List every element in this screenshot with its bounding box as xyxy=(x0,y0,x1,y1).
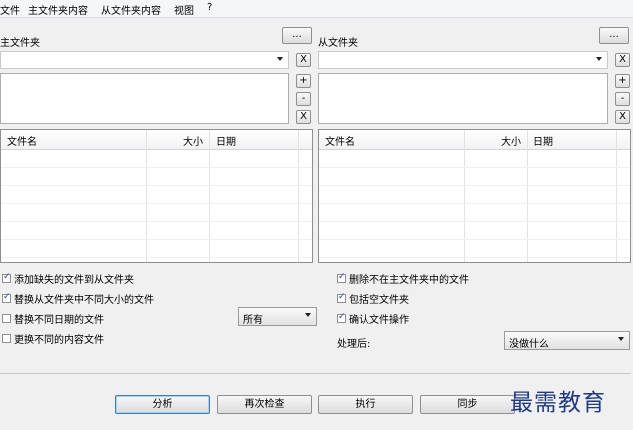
slave-path-clear-button[interactable]: X xyxy=(615,53,630,67)
date-filter-value: 所有 xyxy=(243,315,263,326)
option-delete-extra[interactable]: 删除不在主文件夹中的文件 xyxy=(337,271,469,286)
table-header: 文件名 大小 日期 xyxy=(1,130,312,150)
slave-remove-all-button[interactable]: X xyxy=(615,110,630,124)
menu-file[interactable]: 文件 xyxy=(0,2,20,17)
checkbox[interactable] xyxy=(337,312,346,323)
option-label: 替换不同日期的文件 xyxy=(14,315,104,326)
dropdown-arrow-icon xyxy=(305,313,311,317)
option-add-missing[interactable]: 添加缺失的文件到从文件夹 xyxy=(2,271,134,286)
table-header: 文件名 大小 日期 xyxy=(319,130,630,150)
master-folder-label: 主文件夹 xyxy=(0,38,40,49)
slave-remove-button[interactable]: - xyxy=(615,92,630,106)
checkbox[interactable] xyxy=(2,334,11,343)
recheck-button[interactable]: 再次检查 xyxy=(217,395,312,414)
option-include-empty[interactable]: 包括空文件夹 xyxy=(337,291,409,306)
col-filename[interactable]: 文件名 xyxy=(325,133,355,148)
option-confirm-ops[interactable]: 确认文件操作 xyxy=(337,311,409,326)
menu-help[interactable]: ? xyxy=(207,2,212,13)
master-remove-all-button[interactable]: X xyxy=(296,110,311,124)
dropdown-arrow-icon xyxy=(277,57,283,61)
master-remove-button[interactable]: - xyxy=(296,92,311,106)
slave-file-table[interactable]: 文件名 大小 日期 xyxy=(318,129,631,263)
execute-button[interactable]: 执行 xyxy=(318,395,413,414)
checkbox[interactable] xyxy=(2,272,11,283)
col-date[interactable]: 日期 xyxy=(533,133,553,148)
dropdown-arrow-icon xyxy=(596,57,602,61)
checkbox[interactable] xyxy=(337,272,346,283)
date-filter-select[interactable]: 所有 xyxy=(238,307,317,326)
col-date[interactable]: 日期 xyxy=(216,133,236,148)
sync-button[interactable]: 同步 xyxy=(420,395,515,414)
master-add-button[interactable]: + xyxy=(296,74,311,88)
master-folder-list[interactable] xyxy=(0,73,289,124)
option-label: 添加缺失的文件到从文件夹 xyxy=(14,275,134,286)
slave-folder-list[interactable] xyxy=(318,73,608,124)
divider xyxy=(0,373,631,374)
option-replace-date[interactable]: 替换不同日期的文件 xyxy=(2,311,104,326)
option-label: 替换从文件夹中不同大小的文件 xyxy=(14,295,154,306)
watermark-logo: 最需教育 xyxy=(510,390,606,416)
col-filename[interactable]: 文件名 xyxy=(7,133,37,148)
slave-add-button[interactable]: + xyxy=(615,74,630,88)
option-label: 删除不在主文件夹中的文件 xyxy=(349,275,469,286)
slave-path-combo[interactable] xyxy=(318,51,608,69)
master-browse-button[interactable]: ... xyxy=(282,27,312,44)
checkbox[interactable] xyxy=(2,292,11,303)
dropdown-arrow-icon xyxy=(618,337,624,341)
master-file-table[interactable]: 文件名 大小 日期 xyxy=(0,129,313,263)
menu-slave-content[interactable]: 从文件夹内容 xyxy=(101,2,161,17)
option-replace-size[interactable]: 替换从文件夹中不同大小的文件 xyxy=(2,291,154,306)
col-size[interactable]: 大小 xyxy=(183,133,203,148)
menu-bar: 文件 主文件夹内容 从文件夹内容 视图 ? xyxy=(0,0,633,18)
option-label: 包括空文件夹 xyxy=(349,295,409,306)
option-label: 确认文件操作 xyxy=(349,315,409,326)
after-process-value: 没做什么 xyxy=(509,339,549,350)
slave-browse-button[interactable]: ... xyxy=(599,27,629,44)
master-path-clear-button[interactable]: X xyxy=(296,53,311,67)
menu-master-content[interactable]: 主文件夹内容 xyxy=(28,2,88,17)
analyze-button[interactable]: 分析 xyxy=(115,395,210,414)
option-replace-content[interactable]: 更换不同的内容文件 xyxy=(2,331,104,346)
after-process-label: 处理后: xyxy=(337,339,371,350)
after-process-select[interactable]: 没做什么 xyxy=(504,331,630,350)
checkbox[interactable] xyxy=(337,292,346,303)
menu-view[interactable]: 视图 xyxy=(174,2,194,17)
option-label: 更换不同的内容文件 xyxy=(14,335,104,346)
master-path-combo[interactable] xyxy=(0,51,289,69)
checkbox[interactable] xyxy=(2,314,11,323)
slave-folder-label: 从文件夹 xyxy=(318,38,358,49)
col-size[interactable]: 大小 xyxy=(501,133,521,148)
